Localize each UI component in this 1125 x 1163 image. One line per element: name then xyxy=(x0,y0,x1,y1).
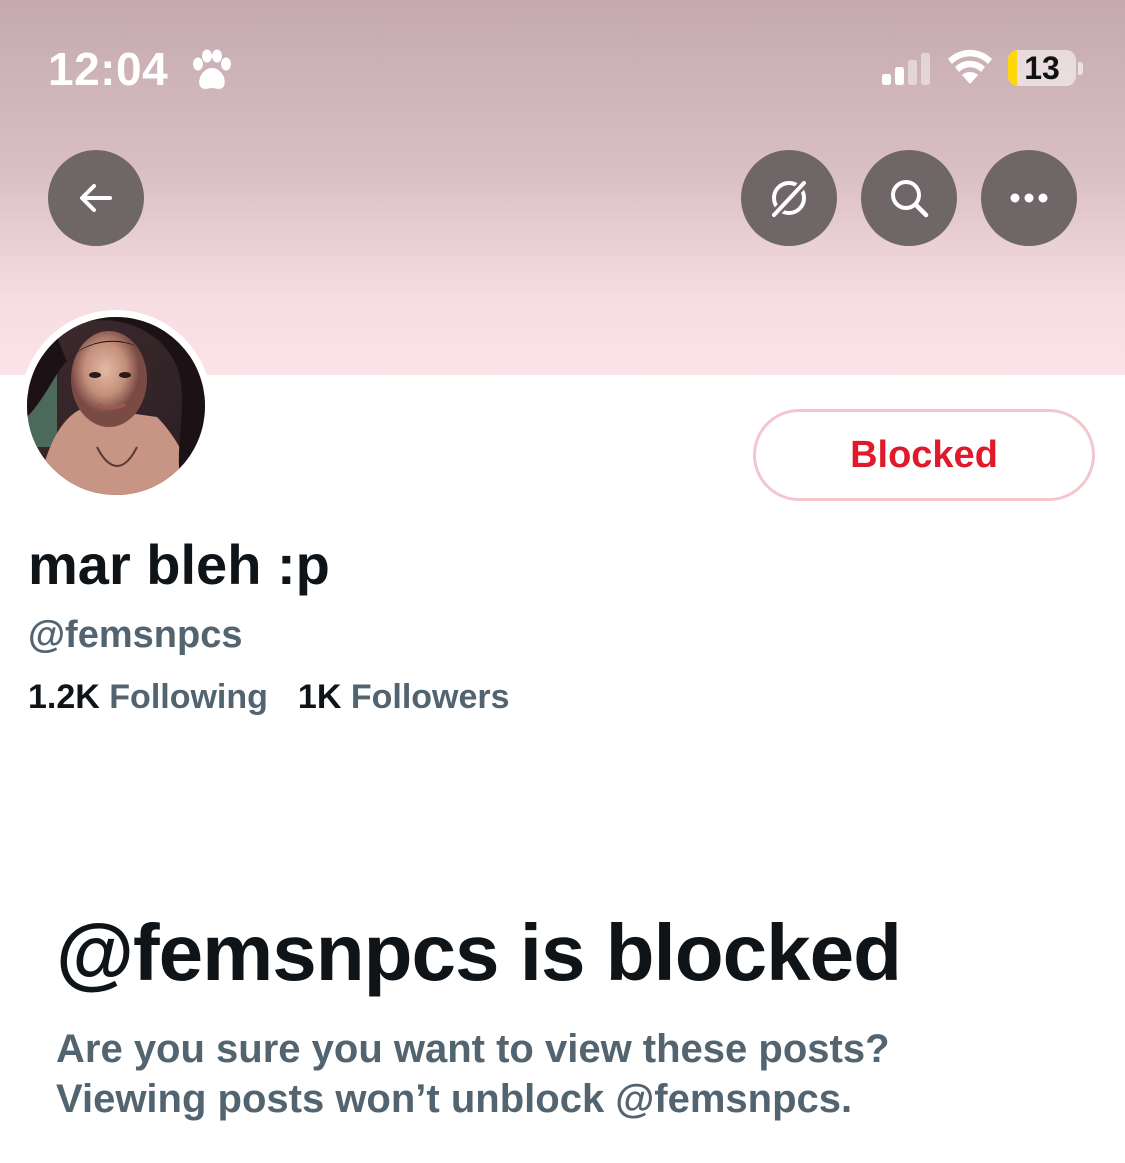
grok-icon xyxy=(768,177,810,221)
status-time: 12:04 xyxy=(48,43,169,95)
arrow-left-icon xyxy=(80,184,112,212)
avatar-image xyxy=(27,317,205,495)
battery-icon: 13 xyxy=(1008,50,1076,86)
search-icon xyxy=(891,180,929,218)
wifi-icon xyxy=(948,49,992,84)
blocked-notice-line-2: Viewing posts won’t unblock @femsnpcs. xyxy=(56,1077,853,1121)
battery-cap xyxy=(1078,62,1083,75)
paw-icon xyxy=(193,49,231,89)
followers-label: Followers xyxy=(350,678,510,716)
cellular-signal-icon xyxy=(882,53,930,85)
following-link[interactable]: 1.2K Following xyxy=(28,678,268,716)
followers-count: 1K xyxy=(297,678,342,716)
handle: @femsnpcs xyxy=(28,614,243,656)
blocked-notice-title: @femsnpcs is blocked xyxy=(56,908,902,997)
followers-link[interactable]: 1K Followers xyxy=(298,678,510,716)
back-button[interactable] xyxy=(48,150,144,246)
ellipsis-icon xyxy=(1010,193,1048,203)
following-count: 1.2K xyxy=(28,678,100,716)
avatar[interactable] xyxy=(20,310,212,502)
search-button[interactable] xyxy=(861,150,957,246)
display-name: mar bleh :p xyxy=(28,533,330,596)
more-options-button[interactable] xyxy=(981,150,1077,246)
following-label: Following xyxy=(109,678,268,716)
grok-button[interactable] xyxy=(741,150,837,246)
profile-stats: 1.2K Following 1K Followers xyxy=(28,676,510,718)
battery-percent: 13 xyxy=(1024,50,1060,86)
blocked-button[interactable]: Blocked xyxy=(753,409,1095,501)
profile-page: 12:04 13 Blocked mar bleh:p @femsnpcs 1… xyxy=(0,0,1125,1163)
blocked-notice-line-1: Are you sure you want to view these post… xyxy=(56,1027,890,1071)
blocked-notice-message: Are you sure you want to view these post… xyxy=(56,1024,1056,1124)
